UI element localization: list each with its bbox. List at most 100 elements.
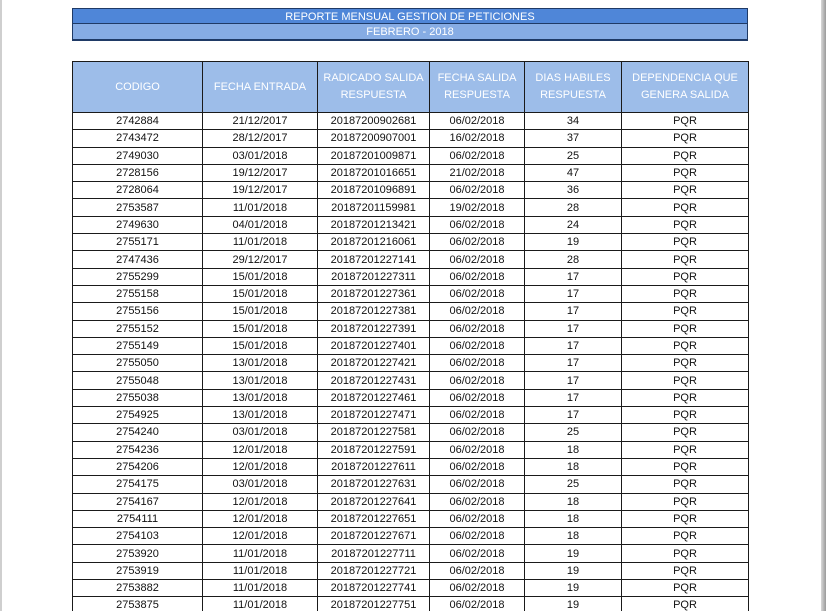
cell-dias-habiles: 24 [524, 215, 622, 235]
table-row: 2749630 04/01/2018 20187201213421 06/02/201… [72, 215, 749, 235]
cell-fecha-salida: 06/02/2018 [429, 215, 525, 235]
cell-fecha-entrada: 11/01/2018 [202, 198, 318, 217]
cell-fecha-entrada: 04/01/2018 [202, 215, 318, 235]
cell-dias-habiles: 34 [524, 111, 622, 131]
cell-fecha-entrada: 15/01/2018 [202, 319, 318, 338]
cell-dias-habiles: 17 [524, 371, 622, 390]
cell-dias-habiles: 37 [524, 129, 622, 148]
cell-fecha-salida: 06/02/2018 [429, 284, 525, 304]
cell-dependencia: PQR [621, 267, 749, 286]
cell-codigo: 2749630 [72, 215, 203, 235]
cell-fecha-entrada: 19/12/2017 [202, 181, 318, 200]
table-row: 2742884 21/12/2017 20187200902681 06/02/201… [72, 111, 749, 131]
cell-fecha-salida: 06/02/2018 [429, 319, 525, 338]
table-body: 2742884 21/12/2017 20187200902681 06/02/201… [72, 111, 749, 611]
cell-dias-habiles: 18 [524, 492, 622, 511]
table-row: 2755156 15/01/2018 20187201227381 06/02/201… [72, 302, 749, 321]
cell-dias-habiles: 18 [524, 457, 622, 477]
cell-codigo: 2754103 [72, 527, 203, 546]
cell-fecha-entrada: 12/01/2018 [202, 509, 318, 529]
cell-dias-habiles: 47 [524, 163, 622, 183]
cell-dias-habiles: 19 [524, 233, 622, 252]
header-codigo: CODIGO [72, 61, 203, 113]
cell-radicado-salida: 20187201227581 [317, 423, 430, 442]
cell-fecha-salida: 06/02/2018 [429, 457, 525, 477]
table-row: 2755048 13/01/2018 20187201227431 06/02/201… [72, 371, 749, 390]
cell-fecha-salida: 06/02/2018 [429, 544, 525, 563]
cell-radicado-salida: 20187201227611 [317, 457, 430, 477]
cell-radicado-salida: 20187201096891 [317, 181, 430, 200]
cell-radicado-salida: 20187201227671 [317, 527, 430, 546]
cell-fecha-entrada: 13/01/2018 [202, 354, 318, 373]
table-row: 2755149 15/01/2018 20187201227401 06/02/201… [72, 336, 749, 356]
cell-codigo: 2754167 [72, 492, 203, 511]
cell-codigo: 2754111 [72, 509, 203, 529]
cell-codigo: 2743472 [72, 129, 203, 148]
cell-radicado-salida: 20187201227381 [317, 302, 430, 321]
cell-dependencia: PQR [621, 181, 749, 200]
cell-dias-habiles: 18 [524, 440, 622, 459]
cell-fecha-salida: 06/02/2018 [429, 267, 525, 286]
cell-dependencia: PQR [621, 163, 749, 183]
table-row: 2754925 13/01/2018 20187201227471 06/02/201… [72, 406, 749, 425]
cell-radicado-salida: 20187201213421 [317, 215, 430, 235]
cell-radicado-salida: 20187201016651 [317, 163, 430, 183]
cell-dependencia: PQR [621, 579, 749, 598]
cell-fecha-entrada: 03/01/2018 [202, 146, 318, 165]
cell-fecha-salida: 06/02/2018 [429, 111, 525, 131]
cell-fecha-entrada: 03/01/2018 [202, 475, 318, 494]
cell-fecha-salida: 06/02/2018 [429, 492, 525, 511]
cell-dependencia: PQR [621, 336, 749, 356]
cell-dias-habiles: 25 [524, 423, 622, 442]
page-edge-left [0, 0, 2, 611]
cell-codigo: 2755048 [72, 371, 203, 390]
cell-radicado-salida: 20187201227311 [317, 267, 430, 286]
table-row: 2754103 12/01/2018 20187201227671 06/02/201… [72, 527, 749, 546]
cell-codigo: 2728064 [72, 181, 203, 200]
table-row: 2753587 11/01/2018 20187201159981 19/02/201… [72, 198, 749, 217]
table-row: 2728156 19/12/2017 20187201016651 21/02/201… [72, 163, 749, 183]
cell-fecha-entrada: 21/12/2017 [202, 111, 318, 131]
table-header-row: CODIGO FECHA ENTRADA RADICADO SALIDA RES… [72, 61, 749, 113]
cell-radicado-salida: 20187201227711 [317, 544, 430, 563]
cell-radicado-salida: 20187201227591 [317, 440, 430, 459]
cell-fecha-salida: 06/02/2018 [429, 250, 525, 269]
table-row: 2753882 11/01/2018 20187201227741 06/02/201… [72, 579, 749, 598]
table-row: 2753919 11/01/2018 20187201227721 06/02/201… [72, 561, 749, 581]
table-row: 2754111 12/01/2018 20187201227651 06/02/201… [72, 509, 749, 529]
cell-fecha-salida: 06/02/2018 [429, 406, 525, 425]
cell-dias-habiles: 17 [524, 336, 622, 356]
table-row: 2755038 13/01/2018 20187201227461 06/02/201… [72, 388, 749, 408]
report-period: FEBRERO - 2018 [72, 24, 748, 41]
cell-radicado-salida: 20187201227141 [317, 250, 430, 269]
cell-radicado-salida: 20187200907001 [317, 129, 430, 148]
cell-codigo: 2754175 [72, 475, 203, 494]
table-row: 2755158 15/01/2018 20187201227361 06/02/201… [72, 284, 749, 304]
table-row: 2754206 12/01/2018 20187201227611 06/02/201… [72, 457, 749, 477]
header-radicado-salida: RADICADO SALIDA RESPUESTA [317, 61, 430, 113]
cell-radicado-salida: 20187201227651 [317, 509, 430, 529]
cell-radicado-salida: 20187201227631 [317, 475, 430, 494]
cell-fecha-entrada: 13/01/2018 [202, 388, 318, 408]
cell-dependencia: PQR [621, 406, 749, 425]
cell-fecha-salida: 21/02/2018 [429, 163, 525, 183]
cell-radicado-salida: 20187201227461 [317, 388, 430, 408]
report-table: CODIGO FECHA ENTRADA RADICADO SALIDA RES… [72, 61, 749, 611]
cell-fecha-salida: 06/02/2018 [429, 527, 525, 546]
cell-codigo: 2755299 [72, 267, 203, 286]
cell-codigo: 2754240 [72, 423, 203, 442]
cell-dias-habiles: 19 [524, 596, 622, 611]
cell-codigo: 2755038 [72, 388, 203, 408]
cell-codigo: 2728156 [72, 163, 203, 183]
cell-radicado-salida: 20187200902681 [317, 111, 430, 131]
table-row: 2728064 19/12/2017 20187201096891 06/02/201… [72, 181, 749, 200]
header-dependencia: DEPENDENCIA QUE GENERA SALIDA [621, 61, 749, 113]
cell-dependencia: PQR [621, 509, 749, 529]
cell-fecha-salida: 06/02/2018 [429, 181, 525, 200]
cell-dependencia: PQR [621, 319, 749, 338]
cell-dias-habiles: 17 [524, 319, 622, 338]
cell-codigo: 2754206 [72, 457, 203, 477]
report-title: REPORTE MENSUAL GESTION DE PETICIONES [72, 8, 748, 24]
cell-dependencia: PQR [621, 302, 749, 321]
cell-dias-habiles: 17 [524, 354, 622, 373]
